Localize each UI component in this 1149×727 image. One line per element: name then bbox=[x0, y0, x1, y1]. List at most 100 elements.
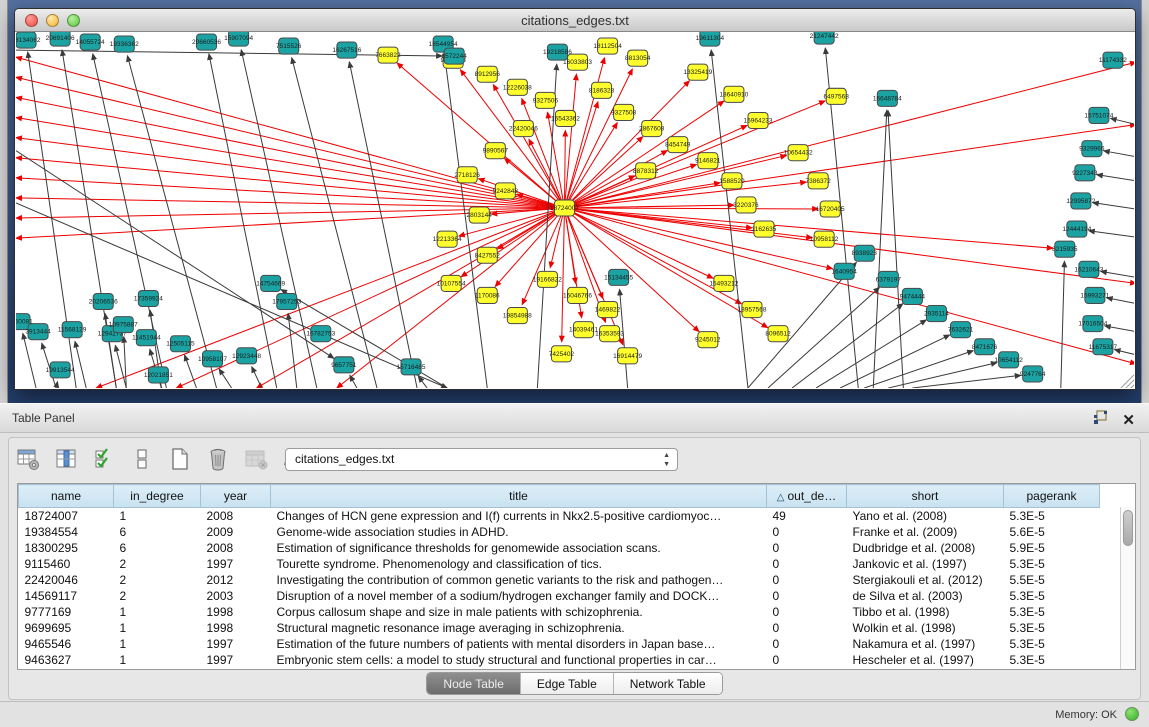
network-node[interactable]: 16782753 bbox=[306, 326, 335, 342]
cell-year[interactable]: 2012 bbox=[201, 572, 271, 588]
cell-out_degree[interactable]: 0 bbox=[767, 636, 847, 652]
table-row[interactable]: 2242004622012Investigating the contribut… bbox=[19, 572, 1123, 588]
network-edge[interactable] bbox=[23, 333, 36, 388]
network-node[interactable]: 14754669 bbox=[256, 275, 285, 291]
network-edge[interactable] bbox=[75, 341, 86, 388]
cell-title[interactable]: Estimation of the future numbers of pati… bbox=[271, 636, 767, 652]
table-mode-button[interactable] bbox=[14, 445, 42, 473]
network-canvas[interactable]: 1872400776638229660128891295612226038932… bbox=[16, 32, 1134, 388]
network-node[interactable]: 7632621 bbox=[948, 322, 974, 338]
network-node[interactable]: 7386372 bbox=[805, 173, 831, 189]
cell-name[interactable]: 9465546 bbox=[19, 636, 114, 652]
delete-button[interactable] bbox=[204, 445, 232, 473]
cell-year[interactable]: 2009 bbox=[201, 524, 271, 540]
cell-title[interactable]: Disruption of a novel member of a sodium… bbox=[271, 588, 767, 604]
network-node[interactable]: 10975887 bbox=[109, 317, 138, 333]
column-header-title[interactable]: title bbox=[271, 485, 767, 508]
network-node[interactable]: 17359924 bbox=[134, 290, 163, 306]
network-edge[interactable] bbox=[537, 64, 556, 388]
close-panel-icon[interactable]: ✕ bbox=[1122, 413, 1135, 428]
cell-title[interactable]: Estimation of significance thresholds fo… bbox=[271, 540, 767, 556]
network-node[interactable]: 9657751 bbox=[331, 357, 357, 373]
network-node[interactable]: 19336362 bbox=[110, 36, 139, 52]
tab-node-table[interactable]: Node Table bbox=[427, 673, 520, 694]
network-node[interactable]: 22420046 bbox=[509, 120, 538, 136]
network-node[interactable]: 12505115 bbox=[166, 336, 195, 352]
network-edge[interactable] bbox=[912, 375, 1020, 388]
column-header-out_degree[interactable]: △out_de… bbox=[767, 485, 847, 508]
network-node[interactable]: 2718126 bbox=[455, 167, 481, 183]
cell-year[interactable]: 1998 bbox=[201, 604, 271, 620]
column-header-year[interactable]: year bbox=[201, 485, 271, 508]
network-edge[interactable] bbox=[56, 382, 57, 388]
network-node[interactable]: 11451944 bbox=[132, 330, 161, 346]
network-node[interactable]: 12444194 bbox=[1062, 221, 1091, 237]
network-node[interactable]: 9146821 bbox=[695, 153, 721, 169]
table-row[interactable]: 1938455462009Genome-wide association stu… bbox=[19, 524, 1123, 540]
network-node[interactable]: 19166822 bbox=[533, 271, 562, 287]
network-edge[interactable] bbox=[1107, 298, 1134, 304]
network-node[interactable]: 8186328 bbox=[589, 82, 615, 98]
network-node[interactable]: 12213364 bbox=[433, 231, 462, 247]
column-header-name[interactable]: name bbox=[19, 485, 114, 508]
network-node[interactable]: 1170086 bbox=[475, 287, 500, 303]
cell-in_degree[interactable]: 1 bbox=[114, 636, 201, 652]
network-edge[interactable] bbox=[209, 54, 277, 388]
network-node[interactable]: 8427552 bbox=[475, 247, 501, 263]
cell-out_degree[interactable]: 0 bbox=[767, 652, 847, 668]
network-node[interactable]: 13325419 bbox=[683, 64, 712, 80]
network-edge[interactable] bbox=[288, 313, 297, 387]
window-resize-grip[interactable] bbox=[1120, 374, 1134, 388]
network-node[interactable]: 9329966 bbox=[1079, 141, 1105, 157]
network-node[interactable]: 2935114 bbox=[924, 306, 949, 322]
network-node[interactable]: 12226038 bbox=[503, 79, 532, 95]
network-edge[interactable] bbox=[888, 110, 903, 388]
network-node[interactable]: 9242848 bbox=[493, 183, 519, 199]
cell-out_degree[interactable]: 0 bbox=[767, 604, 847, 620]
network-node[interactable]: 16267516 bbox=[332, 42, 361, 58]
network-node[interactable]: 15993271 bbox=[1080, 287, 1109, 303]
cell-name[interactable]: 18300295 bbox=[19, 540, 114, 556]
network-edge[interactable] bbox=[1105, 326, 1134, 332]
table-row[interactable]: 911546021997Tourette syndrome. Phenomeno… bbox=[19, 556, 1123, 572]
cell-pagerank[interactable]: 5.3E-5 bbox=[1004, 508, 1100, 524]
network-edge[interactable] bbox=[1111, 118, 1134, 124]
network-edge[interactable] bbox=[350, 375, 357, 388]
network-node[interactable]: 18957568 bbox=[737, 302, 766, 318]
network-edge[interactable] bbox=[1093, 203, 1134, 209]
cell-short[interactable]: Tibbo et al. (1998) bbox=[847, 604, 1004, 620]
network-edge[interactable] bbox=[349, 62, 417, 388]
network-edge[interactable] bbox=[16, 77, 564, 208]
network-node[interactable]: 6497568 bbox=[824, 88, 850, 104]
cell-pagerank[interactable]: 5.3E-5 bbox=[1004, 652, 1100, 668]
network-node[interactable]: 16543362 bbox=[551, 110, 580, 126]
table-row[interactable]: 977716911998Corpus callosum shape and si… bbox=[19, 604, 1123, 620]
new-document-button[interactable] bbox=[166, 445, 194, 473]
network-node[interactable]: 10958107 bbox=[198, 351, 227, 367]
cell-name[interactable]: 18724007 bbox=[19, 508, 114, 524]
network-node[interactable]: 3913444 bbox=[25, 324, 51, 340]
cell-name[interactable]: 19384554 bbox=[19, 524, 114, 540]
cell-name[interactable]: 9115460 bbox=[19, 556, 114, 572]
cell-short[interactable]: Yano et al. (2008) bbox=[847, 508, 1004, 524]
cell-year[interactable]: 2008 bbox=[201, 508, 271, 524]
network-node[interactable]: 15493212 bbox=[709, 275, 738, 291]
cell-pagerank[interactable]: 5.3E-5 bbox=[1004, 604, 1100, 620]
cell-year[interactable]: 1997 bbox=[201, 652, 271, 668]
cell-out_degree[interactable]: 0 bbox=[767, 556, 847, 572]
network-node[interactable]: 19611304 bbox=[696, 32, 725, 46]
cell-name[interactable]: 9699695 bbox=[19, 620, 114, 636]
delete-table-button[interactable] bbox=[242, 445, 270, 473]
network-node[interactable]: 12995872 bbox=[1066, 193, 1095, 209]
network-node[interactable]: 1162635 bbox=[752, 221, 777, 237]
cell-title[interactable]: Changes of HCN gene expression and I(f) … bbox=[271, 508, 767, 524]
network-node[interactable]: 1469822 bbox=[595, 302, 621, 318]
cell-year[interactable]: 2008 bbox=[201, 540, 271, 556]
cell-in_degree[interactable]: 2 bbox=[114, 556, 201, 572]
network-node[interactable]: 14039461 bbox=[569, 322, 598, 338]
network-node[interactable]: 10654432 bbox=[784, 145, 813, 161]
cell-title[interactable]: Investigating the contribution of common… bbox=[271, 572, 767, 588]
network-node[interactable]: 15751074 bbox=[1084, 107, 1113, 123]
column-header-in_degree[interactable]: in_degree bbox=[114, 485, 201, 508]
network-node[interactable]: 20206536 bbox=[89, 293, 118, 309]
